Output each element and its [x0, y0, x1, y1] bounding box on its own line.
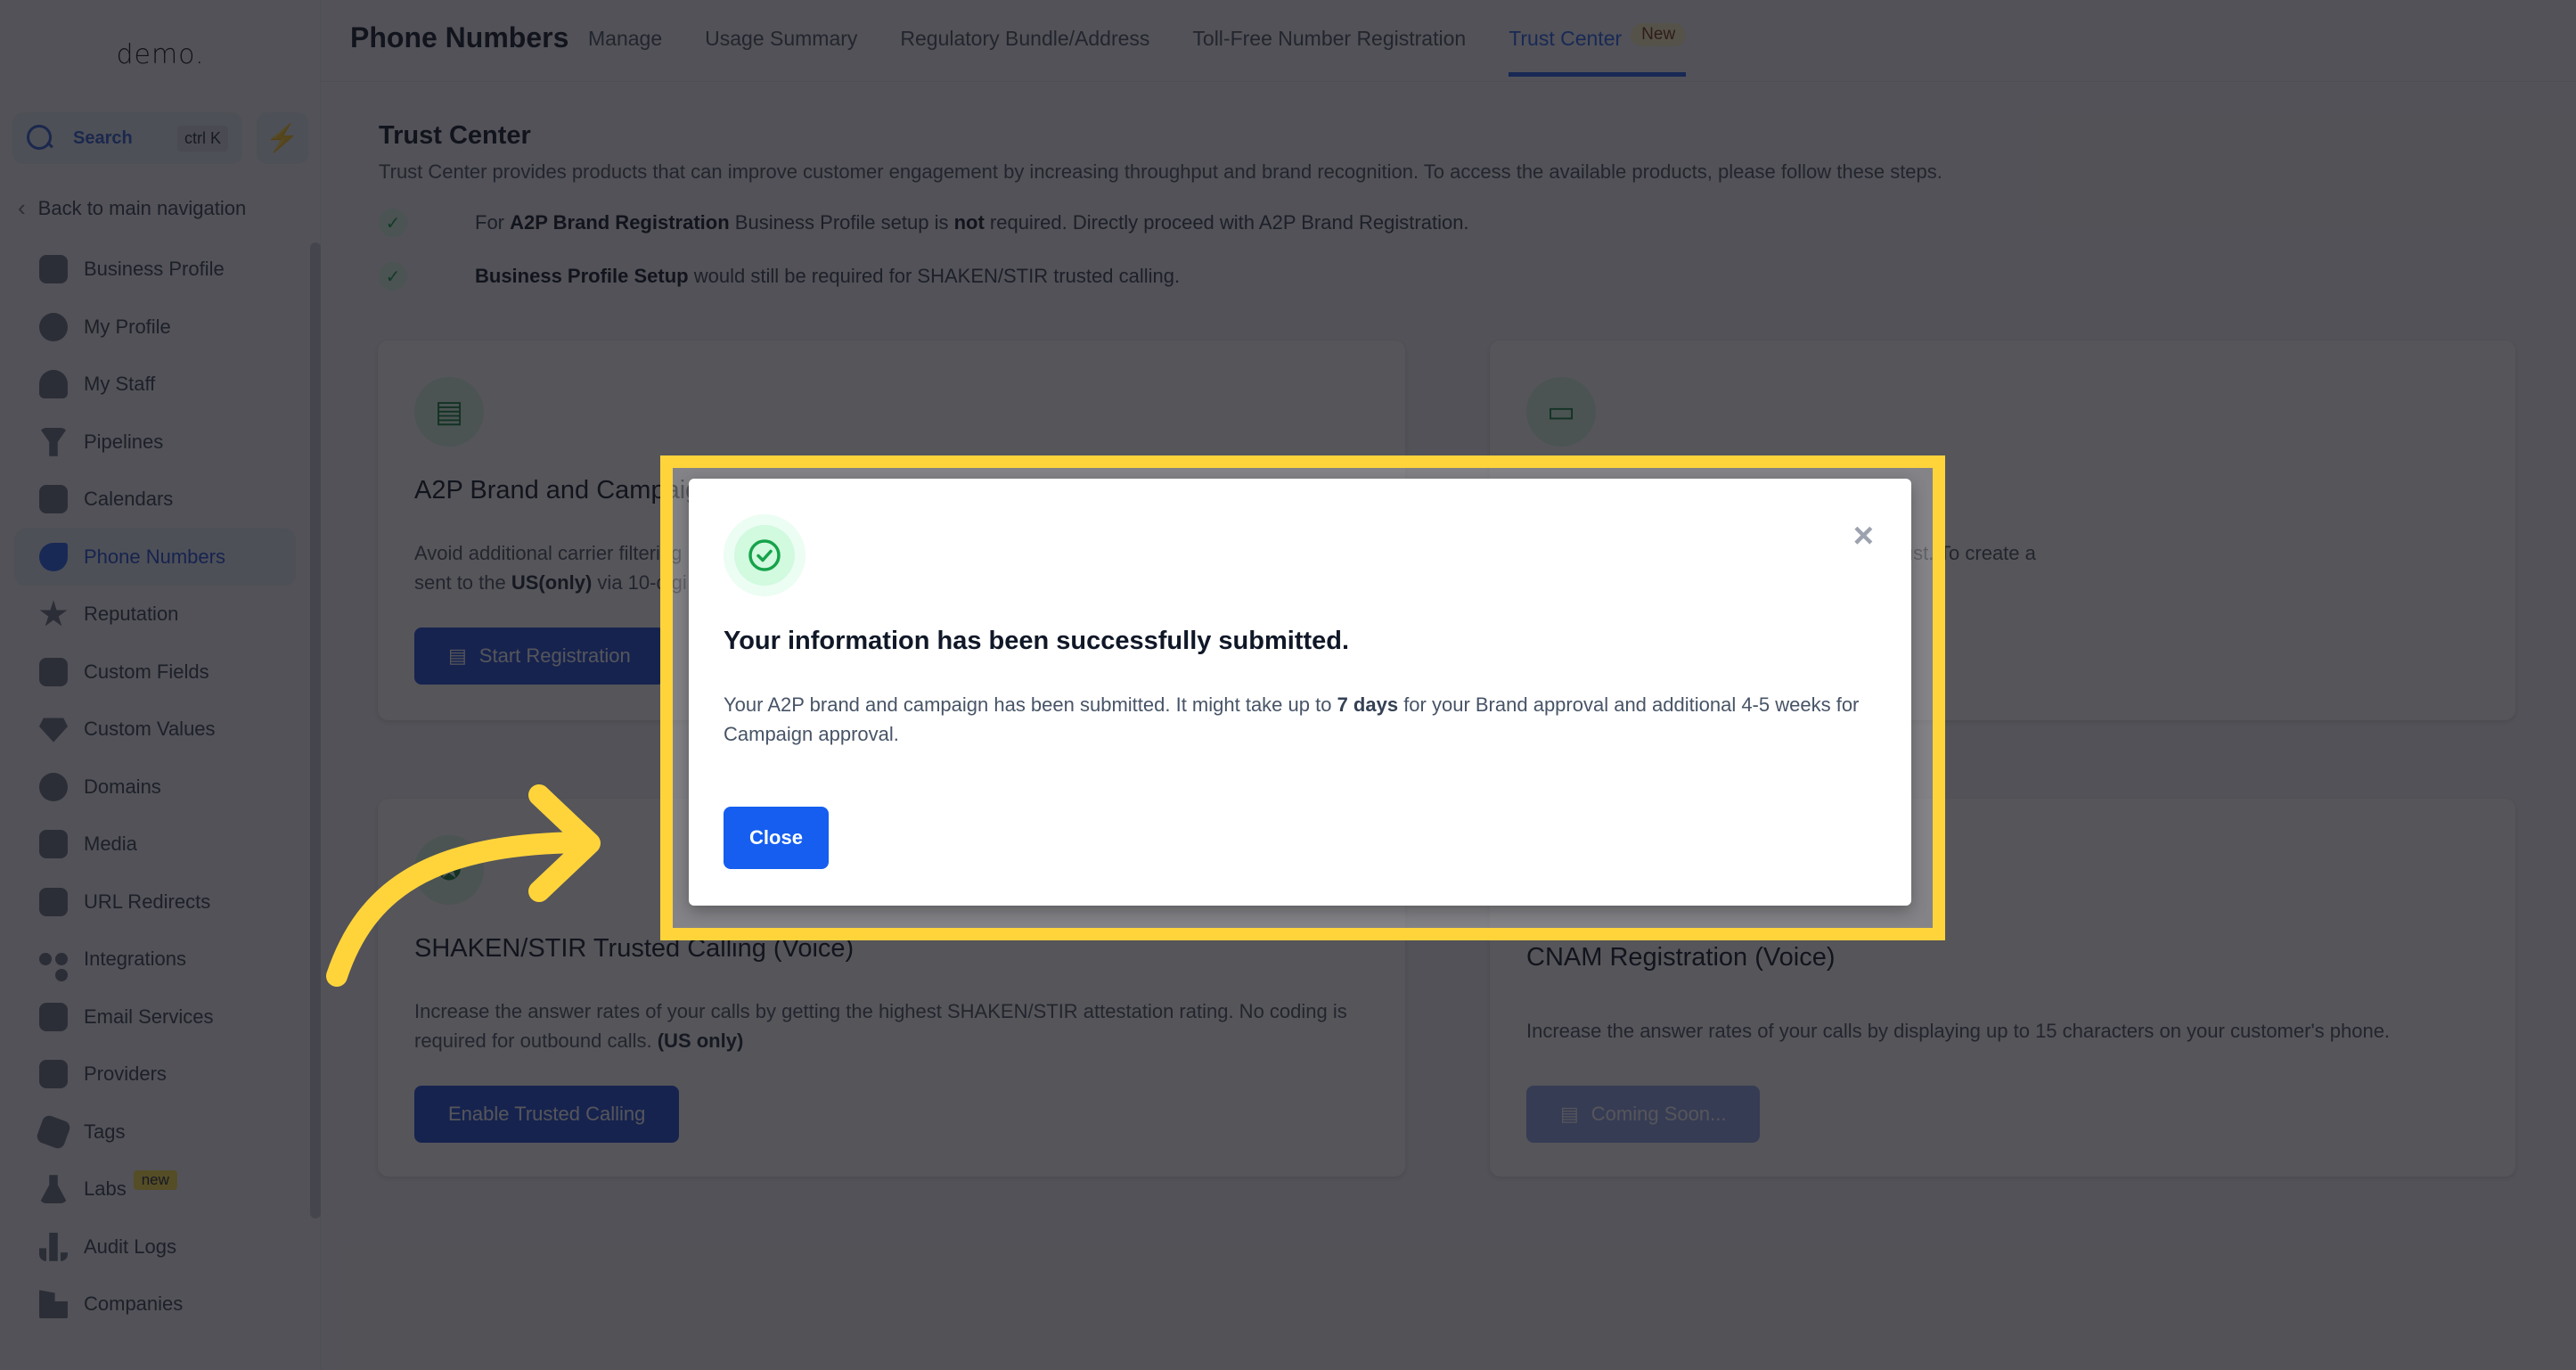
close-button[interactable]: Close	[724, 807, 829, 869]
modal-title: Your information has been successfully s…	[724, 627, 1350, 655]
success-icon	[724, 514, 806, 596]
annotation-arrow-icon	[326, 784, 601, 987]
success-modal: × Your information has been successfully…	[689, 479, 1911, 906]
modal-body: Your A2P brand and campaign has been sub…	[724, 693, 1860, 745]
close-icon[interactable]: ×	[1853, 518, 1874, 554]
check-circle-icon	[748, 539, 781, 571]
